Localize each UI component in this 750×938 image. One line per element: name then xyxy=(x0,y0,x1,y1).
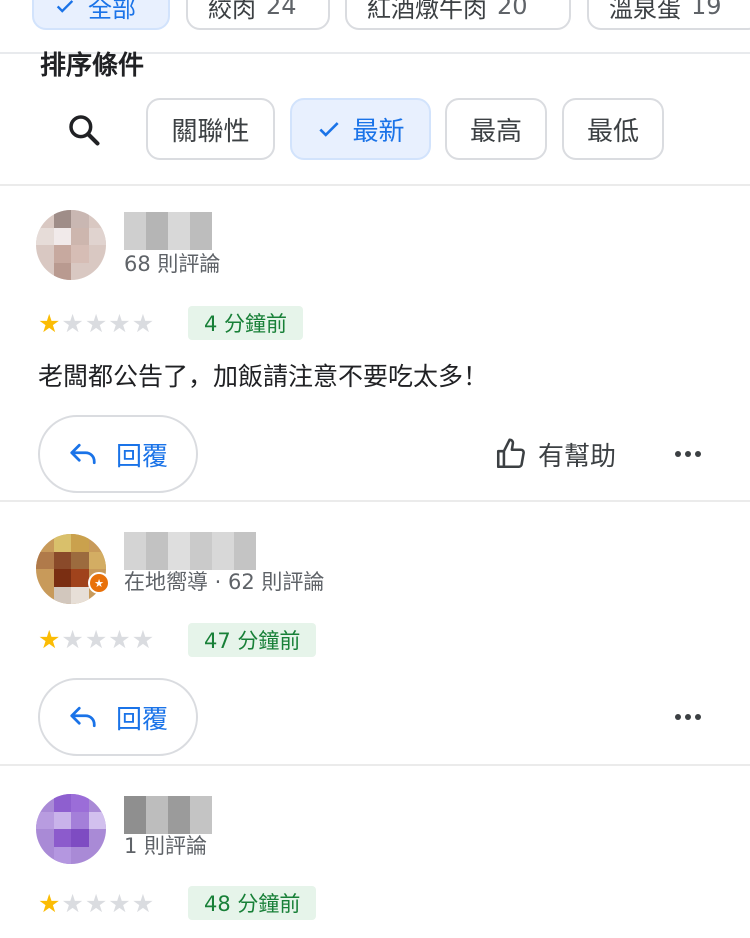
review-time-badge: 4 分鐘前 xyxy=(188,306,304,340)
reply-arrow-icon xyxy=(70,443,96,465)
star-icon: ★ xyxy=(108,625,131,654)
star-icon: ★ xyxy=(131,889,155,918)
sort-option-label: 最高 xyxy=(469,116,522,147)
star-icon: ★ xyxy=(131,625,155,654)
star-rating: ★ ★ ★ ★ ★ xyxy=(38,890,154,918)
review-card: 68 則評論 ★ ★ ★ ★ ★ 4 分鐘前 老闆都公告了，加飯請注意不要吃太多… xyxy=(0,186,750,500)
filter-chip-beef-stew[interactable]: 紅酒燉牛肉 20 xyxy=(345,0,571,30)
filter-chip-label: 絞肉 xyxy=(208,0,256,23)
filter-chip-label: 紅酒燉牛肉 xyxy=(367,0,487,23)
reviewer-review-count: 1 則評論 xyxy=(124,834,208,858)
star-icon: ★ xyxy=(84,309,108,338)
more-horizontal-icon xyxy=(675,714,701,720)
filter-chip-all[interactable]: 全部 xyxy=(32,0,170,30)
star-icon: ★ xyxy=(38,889,61,918)
star-icon: ★ xyxy=(84,889,108,918)
sort-option-label: 最新 xyxy=(352,116,405,147)
filter-chip-count: 19 xyxy=(691,0,722,20)
reply-arrow-icon xyxy=(70,706,96,728)
sort-option-relevance[interactable]: 關聯性 xyxy=(146,98,275,160)
thumbs-up-icon xyxy=(496,438,525,469)
star-rating: ★ ★ ★ ★ ★ xyxy=(38,310,154,338)
review-topic-filter-row: 全部 絞肉 24 紅酒燉牛肉 20 溫泉蛋 19 xyxy=(0,0,750,32)
more-options-button[interactable] xyxy=(668,697,708,737)
avatar[interactable] xyxy=(36,794,106,864)
reviewer-review-count: 68 則評論 xyxy=(124,252,221,276)
sort-option-label: 關聯性 xyxy=(171,116,250,147)
reply-button-label: 回覆 xyxy=(115,704,168,735)
helpful-button[interactable]: 有幫助 xyxy=(494,434,616,474)
star-icon: ★ xyxy=(108,889,131,918)
reviewer-review-count: 在地嚮導 · 62 則評論 xyxy=(124,570,325,594)
star-icon: ★ xyxy=(61,625,84,654)
star-icon: ★ xyxy=(108,309,131,338)
filter-chip-label: 全部 xyxy=(88,0,136,23)
review-card: ★ 在地嚮導 · 62 則評論 ★ ★ ★ ★ ★ 47 分鐘前 回覆 xyxy=(0,502,750,764)
search-icon xyxy=(69,115,100,146)
reply-button[interactable]: 回覆 xyxy=(38,415,198,493)
star-rating: ★ ★ ★ ★ ★ xyxy=(38,626,154,654)
reviewer-name-blurred[interactable] xyxy=(124,532,256,570)
filter-chip-label: 溫泉蛋 xyxy=(609,0,681,23)
avatar[interactable] xyxy=(36,210,106,280)
review-time-badge: 47 分鐘前 xyxy=(188,623,317,657)
review-card: 1 則評論 ★ ★ ★ ★ ★ 48 分鐘前 xyxy=(0,766,750,938)
star-icon: ★ xyxy=(38,309,61,338)
filter-chip-count: 24 xyxy=(266,0,297,20)
sort-option-newest[interactable]: 最新 xyxy=(290,98,431,160)
check-icon xyxy=(56,0,74,13)
filter-chip-count: 20 xyxy=(497,0,528,20)
reviewer-name-blurred[interactable] xyxy=(124,212,212,250)
star-icon: ★ xyxy=(61,889,84,918)
sort-option-lowest[interactable]: 最低 xyxy=(562,98,664,160)
reply-button[interactable]: 回覆 xyxy=(38,678,198,756)
star-icon: ★ xyxy=(38,625,61,654)
star-icon: ★ xyxy=(131,309,155,338)
reviewer-name-blurred[interactable] xyxy=(124,796,212,834)
local-guide-badge-icon: ★ xyxy=(88,572,110,594)
star-icon: ★ xyxy=(84,625,108,654)
reply-button-label: 回覆 xyxy=(115,441,168,472)
helpful-button-label: 有幫助 xyxy=(538,441,617,472)
check-icon xyxy=(319,122,340,137)
sort-title: 排序條件 xyxy=(40,51,145,81)
filter-chip-onsen-egg[interactable]: 溫泉蛋 19 xyxy=(587,0,750,30)
more-horizontal-icon xyxy=(675,451,701,457)
sort-option-highest[interactable]: 最高 xyxy=(445,98,547,160)
sort-option-label: 最低 xyxy=(586,116,639,147)
filter-chip-ground-meat[interactable]: 絞肉 24 xyxy=(186,0,330,30)
more-options-button[interactable] xyxy=(668,434,708,474)
star-icon: ★ xyxy=(61,309,84,338)
review-text: 老闆都公告了，加飯請注意不要吃太多！ xyxy=(38,362,489,391)
review-time-badge: 48 分鐘前 xyxy=(188,886,317,920)
search-reviews-button[interactable] xyxy=(64,108,104,152)
